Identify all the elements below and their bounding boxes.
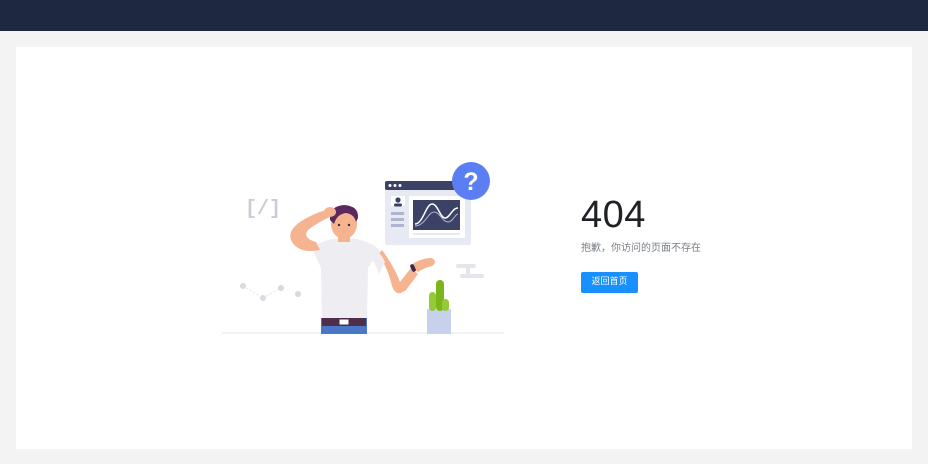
404-illustration: [/] ?	[222, 162, 504, 334]
code-symbol-icon: [/]	[245, 198, 281, 221]
error-code-title: 404	[581, 194, 646, 236]
top-navigation-bar	[0, 0, 928, 31]
question-badge-icon: ?	[452, 162, 490, 200]
error-message: 抱歉，你访问的页面不存在	[581, 243, 701, 254]
dash-lines-decoration	[456, 264, 484, 278]
error-info: 404 抱歉，你访问的页面不存在 返回首页	[581, 192, 781, 293]
scatter-dots-decoration	[240, 283, 301, 301]
question-mark-text: ?	[463, 168, 478, 196]
back-home-button[interactable]: 返回首页	[581, 272, 638, 293]
plant-pot-icon	[427, 280, 451, 334]
